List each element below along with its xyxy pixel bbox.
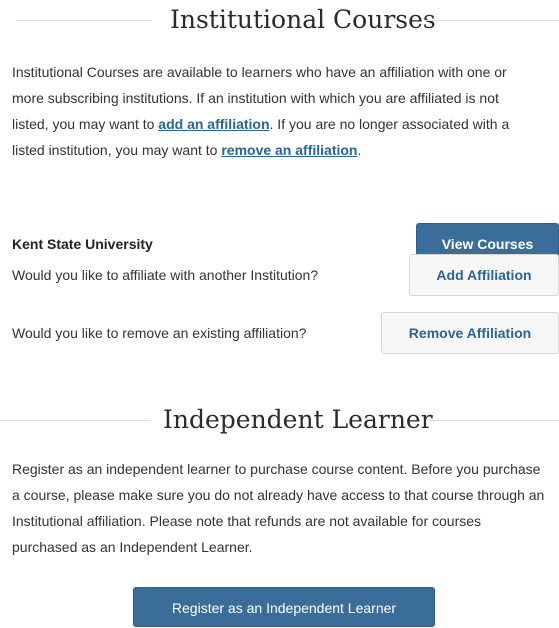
description-line: listed institution, you may want to remo… (12, 137, 509, 163)
add-affiliation-button[interactable]: Add Affiliation (409, 254, 559, 296)
institutional-courses-title: Institutional Courses (170, 5, 436, 34)
institutional-courses-description: Institutional Courses are available to l… (12, 59, 509, 163)
description-line: listed, you may want to add an affiliati… (12, 111, 509, 137)
description-line: Institutional affiliation. Please note t… (12, 513, 482, 529)
heading-divider-left (0, 420, 150, 421)
description-text: . If you are no longer associated with a (269, 116, 510, 132)
institutional-courses-heading: Institutional Courses (0, 0, 559, 40)
add-affiliation-link[interactable]: add an affiliation (158, 116, 269, 132)
register-independent-learner-button[interactable]: Register as an Independent Learner (133, 587, 435, 627)
heading-divider-right (425, 20, 559, 21)
independent-learner-title: Independent Learner (163, 405, 433, 434)
description-line: Register as an independent learner to pu… (12, 461, 541, 477)
independent-learner-heading: Independent Learner (0, 400, 559, 440)
add-affiliation-prompt: Would you like to affiliate with another… (12, 267, 319, 283)
description-text: . (357, 142, 362, 158)
remove-affiliation-prompt: Would you like to remove an existing aff… (12, 325, 307, 341)
remove-affiliation-link[interactable]: remove an affiliation (221, 142, 357, 158)
description-text: listed institution, you may want to (12, 142, 222, 158)
description-line: more subscribing institutions. If an ins… (12, 90, 499, 106)
description-line: Institutional Courses are available to l… (12, 64, 507, 80)
description-line: purchased as an Independent Learner. (12, 539, 253, 555)
heading-divider-right (428, 420, 559, 421)
heading-divider-left (16, 20, 152, 21)
remove-affiliation-button[interactable]: Remove Affiliation (381, 312, 559, 354)
independent-learner-description: Register as an independent learner to pu… (12, 456, 544, 560)
institution-name: Kent State University (12, 236, 153, 252)
description-line: a course, please make sure you do not al… (12, 487, 545, 503)
description-text: listed, you may want to (12, 116, 159, 132)
